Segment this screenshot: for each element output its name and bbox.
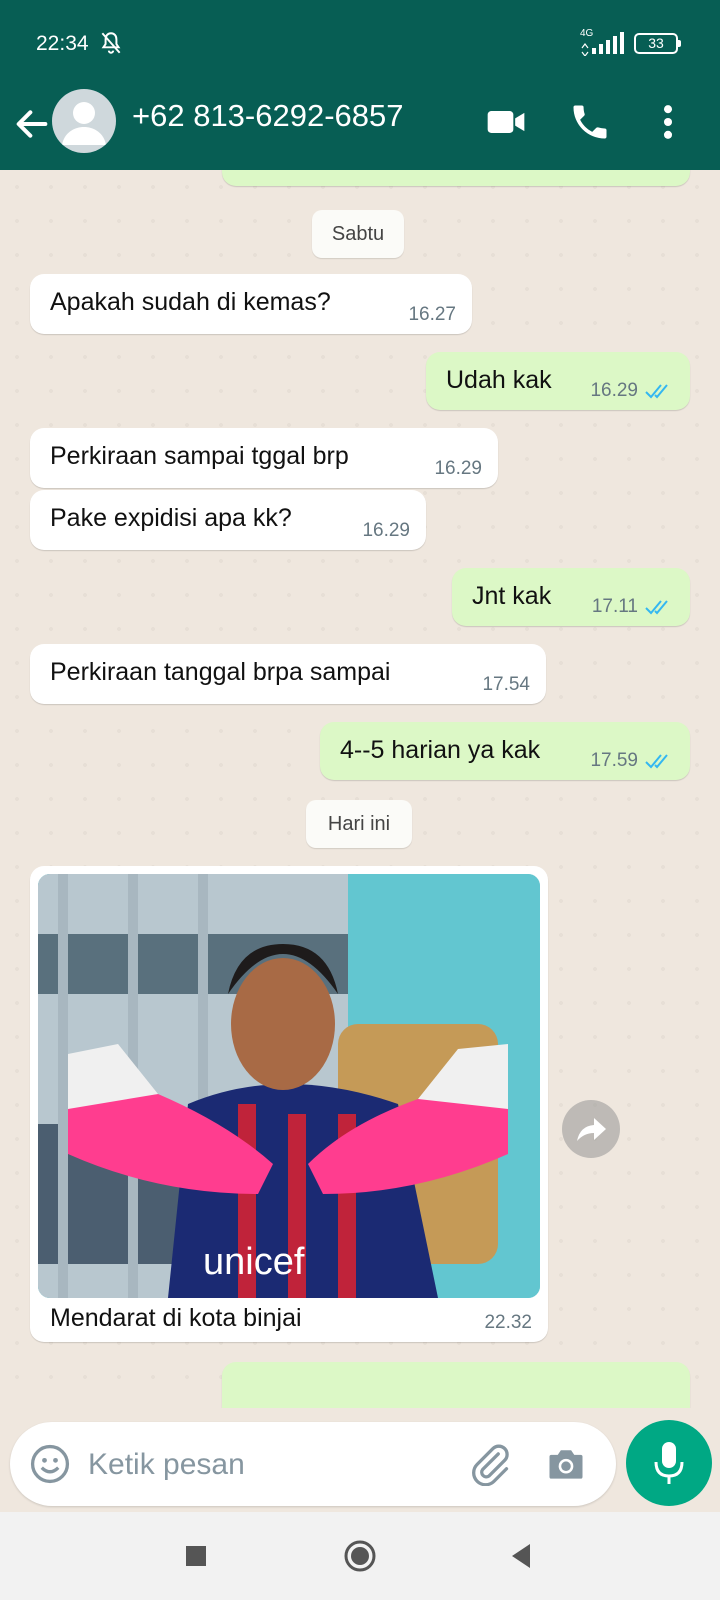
more-vert-icon[interactable]	[646, 100, 690, 144]
message-input-bar[interactable]: Ketik pesan	[10, 1422, 616, 1506]
message-time: 16.29	[590, 380, 638, 401]
video-call-icon[interactable]	[484, 100, 528, 144]
message-incoming[interactable]: Perkiraan tanggal brpa sampai 17.54	[30, 644, 546, 704]
message-incoming[interactable]: Apakah sudah di kemas? 16.27	[30, 274, 472, 334]
status-bar: 22:34 4G 33	[0, 0, 720, 84]
message-text: Perkiraan tanggal brpa sampai	[50, 658, 391, 686]
chat-header: +62 813-6292-6857	[0, 84, 720, 170]
forward-button[interactable]	[562, 1100, 620, 1158]
date-chip-hari-ini: Hari ini	[306, 800, 412, 848]
system-nav-bar	[0, 1512, 720, 1600]
read-ticks-icon	[645, 754, 668, 769]
message-text: Perkiraan sampai tggal brp	[50, 442, 349, 470]
message-time: 17.54	[482, 674, 530, 695]
date-chip-sabtu: Sabtu	[312, 210, 404, 258]
camera-icon[interactable]	[544, 1442, 588, 1486]
message-text: Udah kak	[446, 366, 552, 394]
message-outgoing[interactable]: Udah kak 16.29	[426, 352, 690, 410]
message-outgoing[interactable]: Jnt kak 17.11	[452, 568, 690, 626]
nav-back-icon[interactable]	[500, 1534, 544, 1578]
message-time: 16.27	[408, 304, 456, 325]
message-input[interactable]: Ketik pesan	[88, 1448, 245, 1482]
network-type: 4G	[580, 28, 594, 39]
battery-indicator: 33	[634, 33, 681, 54]
message-text: Apakah sudah di kemas?	[50, 288, 331, 316]
photo-shirt-text: unicef	[203, 1241, 305, 1283]
emoji-icon[interactable]	[28, 1442, 72, 1486]
message-time: 16.29	[362, 520, 410, 541]
forward-icon	[577, 1118, 606, 1141]
message-caption: Mendarat di kota binjai	[50, 1304, 302, 1332]
message-text: Jnt kak	[472, 582, 552, 610]
message-photo[interactable]: unicef	[38, 874, 540, 1298]
nav-recents-icon[interactable]	[174, 1534, 218, 1578]
nav-home-icon[interactable]	[338, 1534, 382, 1578]
message-time: 16.29	[434, 458, 482, 479]
avatar[interactable]	[52, 89, 116, 153]
read-ticks-icon	[645, 600, 668, 615]
contact-name[interactable]: +62 813-6292-6857	[132, 98, 404, 134]
message-bubble-partial[interactable]	[222, 170, 690, 186]
message-text: Pake expidisi apa kk?	[50, 504, 292, 532]
message-incoming[interactable]: Perkiraan sampai tggal brp 16.29	[30, 428, 498, 488]
avatar-icon	[62, 102, 106, 145]
message-bubble-partial[interactable]	[222, 1362, 690, 1408]
message-time: 17.59	[590, 750, 638, 771]
signal-icon: 4G	[580, 28, 628, 57]
mic-icon	[654, 1442, 684, 1484]
status-time: 22:34	[36, 32, 89, 55]
message-outgoing[interactable]: 4--5 harian ya kak 17.59	[320, 722, 690, 780]
message-time: 17.11	[591, 596, 638, 617]
chat-area[interactable]: Sabtu Apakah sudah di kemas? 16.27 Udah …	[0, 170, 720, 1408]
message-time: 22.32	[484, 1312, 532, 1333]
mic-button[interactable]	[626, 1420, 712, 1506]
bell-off-icon	[101, 32, 121, 54]
message-incoming[interactable]: Pake expidisi apa kk? 16.29	[30, 490, 426, 550]
back-arrow-icon[interactable]	[12, 104, 52, 144]
phone-icon[interactable]	[568, 100, 612, 144]
attach-icon[interactable]	[468, 1442, 512, 1486]
message-incoming-image[interactable]: unicef Mendarat di kota binjai 22.32	[30, 866, 548, 1342]
read-ticks-icon	[645, 384, 668, 399]
message-text: 4--5 harian ya kak	[340, 736, 541, 764]
